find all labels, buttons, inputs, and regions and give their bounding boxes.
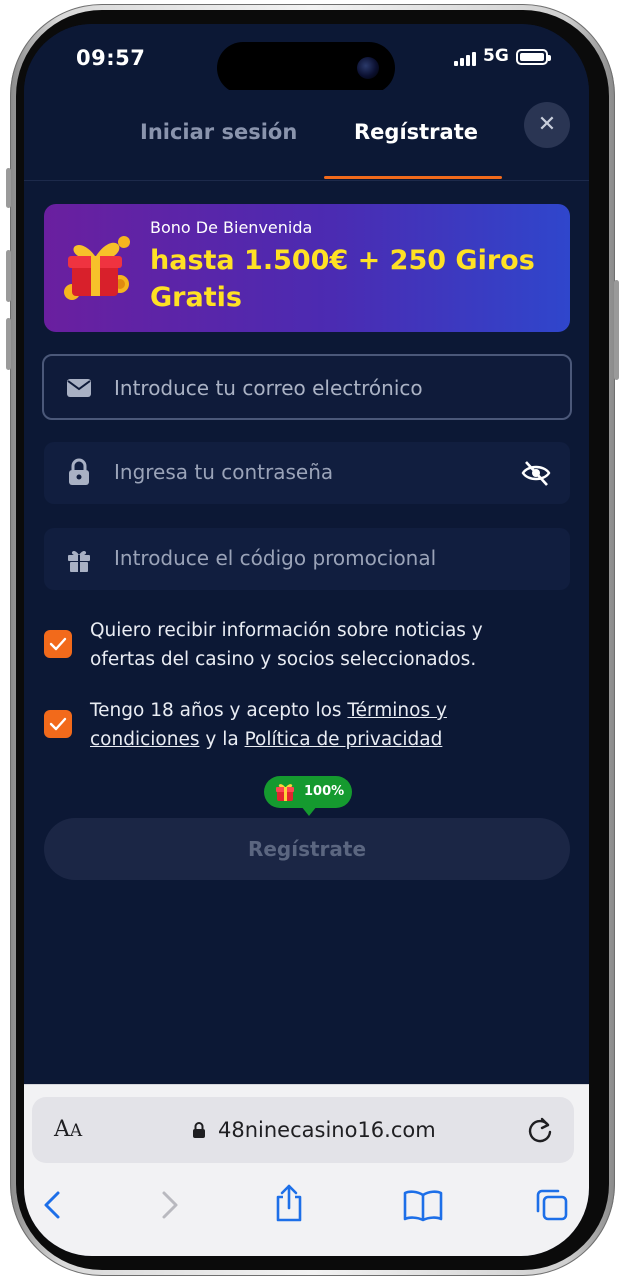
banner-title: Bono De Bienvenida [150,218,313,237]
network-label: 5G [483,46,509,66]
volume-down-button [6,318,11,370]
gift-icon [68,550,90,572]
password-field[interactable]: Ingresa tu contraseña [44,442,570,504]
browser-toolbar: AA 48ninecasino16.com [24,1084,589,1256]
eye-off-icon[interactable] [520,458,552,488]
dynamic-island [217,42,395,94]
gift-box-icon [64,236,130,300]
reload-icon[interactable] [526,1115,554,1145]
bookmarks-icon[interactable] [402,1187,444,1223]
consent-terms-middle: y la [199,729,245,750]
battery-icon [516,49,551,65]
text-size-button[interactable]: AA [54,1117,82,1142]
privacy-link[interactable]: Política de privacidad [245,729,443,750]
power-button [614,280,619,380]
check-icon [49,637,67,651]
forward-icon[interactable] [150,1187,186,1223]
tabs-icon[interactable] [534,1187,570,1223]
volume-up-button [6,250,11,302]
address-bar[interactable]: AA 48ninecasino16.com [32,1097,574,1163]
action-button [6,168,11,208]
share-icon[interactable] [271,1183,307,1223]
check-icon [49,717,67,731]
consent-news-text: Quiero recibir información sobre noticia… [90,620,483,670]
gift-icon [276,784,294,801]
promo-placeholder: Introduce el código promocional [114,546,437,570]
consent-terms-checkbox[interactable] [44,710,72,738]
active-tab-indicator [324,176,502,179]
close-icon: ✕ [537,112,557,137]
email-field[interactable]: Introduce tu correo electrónico [42,354,572,420]
text-size-small-label: A [69,1121,83,1141]
consent-terms-prefix: Tengo 18 años y acepto los [90,700,348,721]
text-size-big-label: A [54,1117,70,1142]
envelope-icon [67,379,91,397]
promo-code-field[interactable]: Introduce el código promocional [44,528,570,590]
register-submit-button[interactable]: Regístrate [44,818,570,880]
phone-screen: 09:57 5G Iniciar sesión Regístrate ✕ Bon… [24,24,589,1256]
status-time: 09:57 [76,46,146,70]
email-placeholder: Introduce tu correo electrónico [114,376,423,400]
tab-login[interactable]: Iniciar sesión [140,120,297,144]
back-icon[interactable] [36,1187,72,1223]
password-placeholder: Ingresa tu contraseña [114,460,334,484]
banner-offer: hasta 1.500€ + 250 Giros Gratis [150,245,535,313]
consent-news-checkbox[interactable] [44,630,72,658]
signal-icon [454,52,476,66]
status-bar: 09:57 5G [24,24,589,94]
lock-icon [193,1122,205,1138]
url-text: 48ninecasino16.com [218,1118,436,1142]
progress-label: 100% [304,784,345,799]
consent-terms-text: Tengo 18 años y acepto los Términos y co… [90,696,550,754]
bonus-progress-badge: 100% [264,776,352,816]
auth-tabs: Iniciar sesión Regístrate ✕ [24,90,589,181]
lock-icon [69,458,89,485]
camera-icon [357,57,379,79]
tab-register[interactable]: Regístrate [354,120,478,144]
close-button[interactable]: ✕ [524,102,570,148]
welcome-bonus-banner: Bono De Bienvenida hasta 1.500€ + 250 Gi… [44,204,570,332]
